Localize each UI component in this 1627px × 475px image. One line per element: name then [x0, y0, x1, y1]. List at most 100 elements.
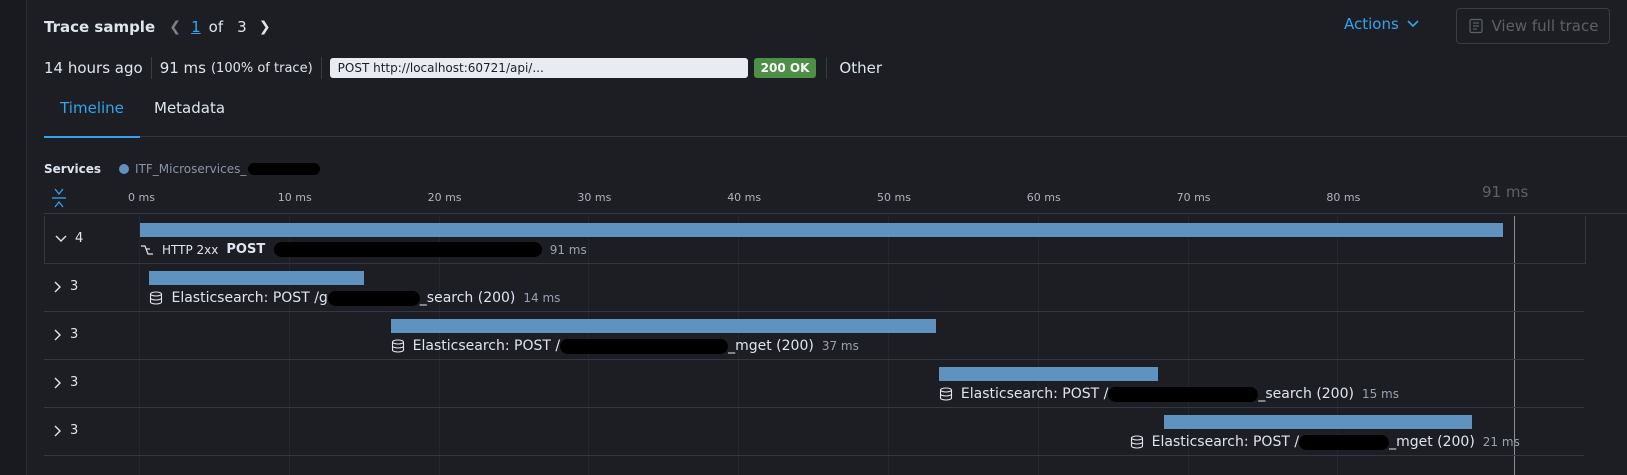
span-label: Elasticsearch: POST / _mget (200) 37 ms: [391, 338, 859, 354]
span-duration: 14 ms: [523, 291, 561, 305]
span-label: HTTP 2xx POST 91 ms: [140, 242, 587, 257]
database-icon: [150, 291, 163, 305]
span-name-suffix: _search (200): [1258, 386, 1354, 402]
service-name[interactable]: ITF_Microservices_: [135, 162, 246, 176]
chevron-down-icon: [55, 235, 67, 242]
pager-of-label: of: [208, 18, 224, 36]
divider: [320, 57, 322, 79]
trace-sample-panel: Trace sample ❮ 1 of 3 ❯ Actions View ful…: [44, 0, 1627, 475]
view-full-trace-button[interactable]: View full trace: [1456, 8, 1610, 44]
row-toggle[interactable]: 4: [55, 231, 83, 246]
span-bar[interactable]: [140, 223, 1504, 237]
row-toggle[interactable]: 3: [54, 279, 78, 294]
span-label: Elasticsearch: POST / _mget (200) 21 ms: [1130, 434, 1520, 450]
status-badge: 200 OK: [753, 58, 817, 78]
actions-button[interactable]: Actions: [1344, 15, 1419, 33]
divider: [826, 57, 828, 79]
span-name-prefix: Elasticsearch: POST /: [1151, 434, 1300, 450]
waterfall-row[interactable]: 3 Elasticsearch: POST / _mget (200) 21 ms: [44, 408, 1584, 456]
trace-duration-detail: (100% of trace): [210, 60, 313, 76]
view-full-trace-label: View full trace: [1491, 17, 1599, 35]
left-rail: [0, 0, 27, 475]
span-name-suffix: _mget (200): [1389, 434, 1475, 450]
waterfall-row[interactable]: 3 Elasticsearch: POST /g _search (200) 14…: [44, 264, 1584, 312]
span-label: Elasticsearch: POST / _search (200) 15 ms: [939, 386, 1399, 402]
service-color-dot: [119, 164, 130, 174]
trace-duration: 91 ms: [159, 59, 206, 77]
span-duration: 91 ms: [549, 242, 587, 257]
span-label: Elasticsearch: POST /g _search (200) 14 m…: [149, 290, 560, 306]
axis-end-label: 91 ms: [1482, 183, 1529, 201]
child-count: 3: [70, 423, 79, 438]
total-pages: 3: [237, 18, 247, 36]
tab-timeline[interactable]: Timeline: [44, 96, 140, 138]
database-icon: [1130, 435, 1143, 449]
divider: [150, 57, 152, 79]
timeline-axis: 0 ms 10 ms 20 ms 30 ms 40 ms 50 ms 60 ms 70 ms 8…: [44, 183, 1627, 214]
row-toggle[interactable]: 3: [54, 423, 78, 438]
waterfall-row[interactable]: 4 HTTP 2xx POST 91 ms: [44, 216, 1586, 264]
span-duration: 21 ms: [1482, 435, 1520, 449]
redaction: [248, 163, 321, 175]
child-count: 4: [75, 231, 84, 246]
axis-tick-label: 50 ms: [877, 191, 911, 204]
trace-summary: 14 hours ago 91 ms (100% of trace) POST …: [44, 56, 882, 80]
span-bar[interactable]: [938, 367, 1158, 381]
prev-page-icon[interactable]: ❮: [165, 19, 185, 35]
axis-tick-label: 10 ms: [277, 191, 312, 204]
span-duration: 37 ms: [821, 339, 859, 353]
span-name-suffix: _mget (200): [728, 338, 814, 354]
span-bar[interactable]: [390, 319, 936, 333]
axis-tick-label: 30 ms: [577, 191, 612, 204]
chevron-right-icon: [54, 329, 61, 340]
redaction: [273, 242, 542, 257]
span-name-prefix: Elasticsearch: POST /: [412, 338, 561, 354]
outcome-label: Other: [839, 59, 882, 77]
redaction: [1299, 434, 1390, 450]
chevron-right-icon: [54, 377, 61, 388]
axis-tick-label: 0 ms: [128, 191, 155, 204]
redaction: [1108, 386, 1259, 402]
span-name-suffix: _search (200): [419, 290, 516, 306]
span-bar[interactable]: [149, 271, 364, 285]
child-count: 3: [70, 327, 79, 342]
row-toggle[interactable]: 3: [54, 327, 78, 342]
collapse-all-icon[interactable]: [50, 187, 68, 209]
span-bar[interactable]: [1163, 415, 1473, 429]
row-toggle[interactable]: 3: [54, 375, 78, 390]
tab-bar: Timeline Metadata: [44, 88, 1627, 138]
document-icon: [1468, 18, 1483, 34]
redaction: [327, 290, 420, 306]
page-title: Trace sample: [44, 18, 156, 36]
redaction: [560, 338, 729, 354]
request-url-badge: POST http://localhost:60721/api/...: [329, 58, 748, 78]
axis-tick-label: 40 ms: [727, 191, 762, 204]
next-page-icon[interactable]: ❯: [255, 19, 275, 35]
current-page-link[interactable]: 1: [191, 18, 201, 36]
waterfall-row[interactable]: 3 Elasticsearch: POST / _mget (200) 37 ms: [44, 312, 1584, 360]
axis-tick-label: 20 ms: [427, 191, 462, 204]
http-status-tag: HTTP 2xx: [162, 242, 219, 257]
tab-metadata[interactable]: Metadata: [154, 96, 225, 136]
span-name-prefix: Elasticsearch: POST /g: [171, 290, 328, 306]
child-count: 3: [70, 279, 79, 294]
child-count: 3: [70, 375, 79, 390]
chevron-down-icon: [1407, 20, 1419, 28]
transaction-icon: [141, 244, 153, 255]
services-legend: Services ITF_Microservices_: [44, 162, 321, 176]
axis-tick-label: 60 ms: [1026, 191, 1061, 204]
span-name: POST: [226, 242, 270, 257]
span-name-prefix: Elasticsearch: POST /: [960, 386, 1109, 402]
database-icon: [939, 387, 952, 401]
trace-pager: ❮ 1 of 3 ❯: [165, 18, 275, 36]
database-icon: [391, 339, 404, 353]
time-ago: 14 hours ago: [44, 59, 143, 77]
trace-sample-header: Trace sample ❮ 1 of 3 ❯: [44, 14, 275, 40]
axis-tick-label: 70 ms: [1176, 191, 1211, 204]
chevron-right-icon: [54, 281, 61, 292]
chevron-right-icon: [54, 425, 61, 436]
axis-tick-label: 80 ms: [1326, 191, 1361, 204]
waterfall-row[interactable]: 3 Elasticsearch: POST / _search (200) 15 …: [44, 360, 1584, 408]
span-duration: 15 ms: [1361, 387, 1399, 401]
services-label: Services: [44, 162, 102, 176]
